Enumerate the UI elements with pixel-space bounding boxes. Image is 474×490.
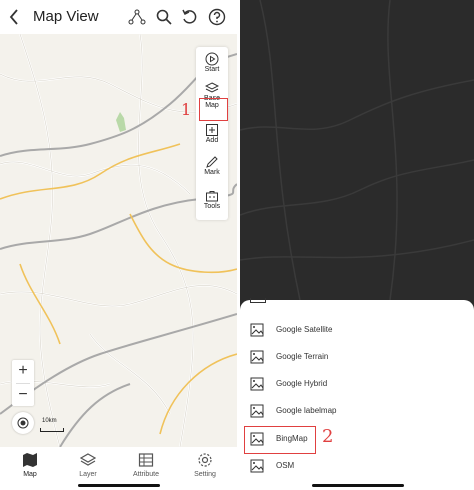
tab-setting-label: Setting bbox=[194, 471, 216, 478]
header-bar: Map View bbox=[0, 0, 237, 34]
gear-icon bbox=[198, 453, 212, 467]
bottom-tab-bar: Map Layer Attribute Setting bbox=[0, 447, 237, 490]
add-label: Add bbox=[205, 137, 219, 144]
map-icon bbox=[23, 453, 37, 467]
basemap-item-google-labelmap[interactable]: Google labelmap bbox=[250, 401, 450, 421]
location-target-icon bbox=[17, 417, 29, 429]
tab-setting[interactable]: Setting bbox=[180, 452, 230, 478]
pencil-icon bbox=[206, 156, 218, 168]
mark-label: Mark bbox=[204, 169, 220, 176]
image-icon bbox=[250, 404, 264, 418]
dark-map-background bbox=[240, 0, 474, 300]
tab-map[interactable]: Map bbox=[5, 452, 55, 478]
image-icon bbox=[250, 323, 264, 337]
tab-attribute[interactable]: Attribute bbox=[121, 452, 171, 478]
bingmap-highlight-box bbox=[244, 426, 316, 454]
zoom-out-button[interactable]: − bbox=[12, 384, 34, 406]
home-indicator bbox=[312, 484, 404, 487]
partial-list-item bbox=[250, 298, 370, 304]
table-icon bbox=[138, 453, 154, 467]
callout-number-2: 2 bbox=[322, 426, 334, 447]
route-icon[interactable] bbox=[128, 8, 146, 26]
scale-bar bbox=[40, 428, 64, 432]
tools-label: Tools bbox=[203, 203, 221, 210]
mark-button[interactable]: Mark bbox=[196, 155, 228, 176]
layers-icon bbox=[205, 82, 219, 93]
zoom-controls: + − bbox=[12, 360, 34, 406]
basemap-label: Google Satellite bbox=[276, 325, 333, 334]
toolbox-icon bbox=[206, 191, 218, 202]
basemap-item-google-hybrid[interactable]: Google Hybrid bbox=[250, 374, 450, 394]
tools-button[interactable]: Tools bbox=[196, 189, 228, 210]
start-label: Start bbox=[204, 66, 220, 73]
undo-icon[interactable] bbox=[181, 8, 199, 26]
base-map-highlight-box bbox=[199, 98, 228, 121]
play-icon bbox=[205, 52, 219, 66]
image-icon bbox=[250, 350, 264, 364]
locate-me-button[interactable] bbox=[12, 412, 34, 434]
start-button[interactable]: Start bbox=[196, 52, 228, 73]
tab-map-label: Map bbox=[23, 471, 37, 478]
layers-icon bbox=[80, 453, 96, 466]
back-arrow-icon[interactable] bbox=[6, 7, 24, 27]
add-square-icon bbox=[206, 124, 218, 136]
basemap-item-google-terrain[interactable]: Google Terrain bbox=[250, 347, 450, 367]
image-icon bbox=[250, 459, 264, 473]
tab-attribute-label: Attribute bbox=[132, 471, 160, 478]
map-side-toolbar: Start Base Map Add Mark Tools bbox=[196, 47, 228, 220]
page-title: Map View bbox=[33, 8, 99, 25]
map-view-screen: Map View Start Base Map Add Mark Tools 1 bbox=[0, 0, 237, 490]
search-icon[interactable] bbox=[155, 8, 173, 26]
basemap-label: OSM bbox=[276, 461, 295, 470]
home-indicator bbox=[78, 484, 160, 487]
basemap-label: Google Hybrid bbox=[276, 379, 328, 388]
help-icon[interactable] bbox=[208, 8, 226, 26]
base-map-picker-screen: Google Satellite Google Terrain Google H… bbox=[240, 0, 474, 490]
tab-layer-label: Layer bbox=[79, 471, 97, 478]
callout-number-1: 1 bbox=[181, 100, 192, 119]
basemap-item-osm[interactable]: OSM bbox=[250, 456, 450, 476]
basemap-label: Google Terrain bbox=[276, 352, 329, 361]
image-icon bbox=[250, 377, 264, 391]
tab-layer[interactable]: Layer bbox=[63, 452, 113, 478]
zoom-in-button[interactable]: + bbox=[12, 360, 34, 382]
base-map-sheet: Google Satellite Google Terrain Google H… bbox=[240, 298, 474, 490]
scale-label: 10km bbox=[42, 418, 57, 424]
basemap-item-google-satellite[interactable]: Google Satellite bbox=[250, 320, 450, 340]
basemap-label: Google labelmap bbox=[276, 406, 337, 415]
add-button[interactable]: Add bbox=[196, 123, 228, 144]
